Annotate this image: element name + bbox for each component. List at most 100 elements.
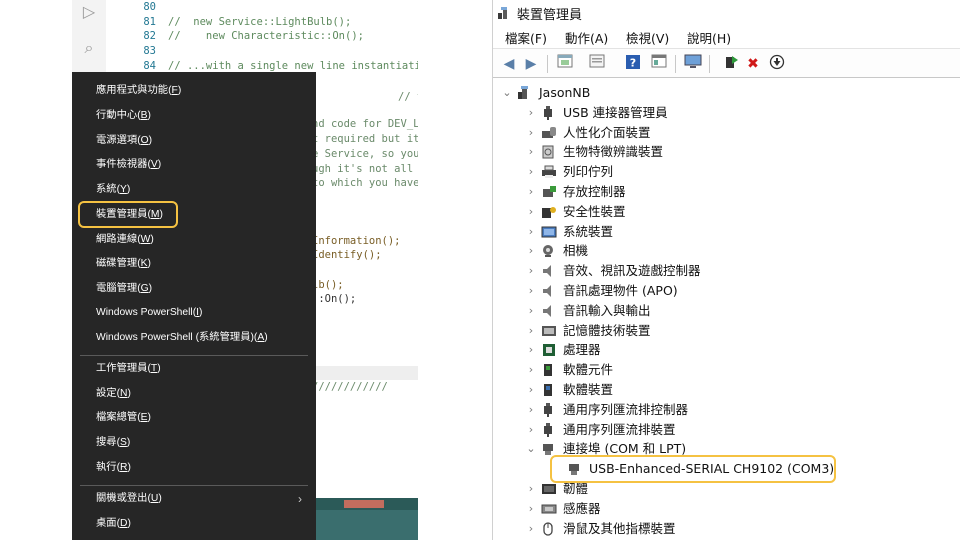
tree-category-label: 通用序列匯流排裝置 — [563, 421, 676, 437]
winx-context-menu: 應用程式與功能(F) 行動中心(B) 電源選項(O) 事件檢視器(V) 系統(Y… — [72, 72, 316, 540]
chevron-down-icon[interactable]: ⌄ — [525, 439, 537, 459]
tree-category-label: 通用序列匯流排控制器 — [563, 401, 689, 417]
menu-item-label: 檔案總管 — [96, 412, 138, 423]
chevron-right-icon[interactable]: › — [525, 202, 537, 222]
menu-item-accel: A — [257, 332, 265, 343]
chevron-down-icon[interactable]: ⌄ — [501, 83, 513, 103]
menu-item-run[interactable]: 執行(R) — [76, 457, 312, 479]
show-hidden-icon[interactable] — [587, 54, 607, 74]
update-driver-icon[interactable] — [721, 54, 741, 74]
chevron-right-icon[interactable]: › — [525, 479, 537, 499]
toolbar-separator — [547, 55, 548, 73]
menu-item-computer-management[interactable]: 電腦管理(G) — [76, 278, 312, 300]
toolbar-separator — [675, 55, 676, 73]
chevron-right-icon[interactable]: › — [525, 301, 537, 321]
menu-item-search[interactable]: 搜尋(S) — [76, 432, 312, 454]
activity-bar: ▷ ⌕ — [72, 0, 106, 72]
chevron-right-icon[interactable]: › — [525, 340, 537, 360]
forward-arrow-icon[interactable]: ▶ — [521, 54, 541, 74]
chevron-right-icon[interactable]: › — [525, 182, 537, 202]
run-debug-icon[interactable]: ▷ — [79, 2, 99, 22]
code-area[interactable]: // new Service::LightBulb(); // new Char… — [168, 0, 418, 73]
chevron-right-icon[interactable]: › — [525, 499, 537, 519]
chevron-right-icon[interactable]: › — [525, 281, 537, 301]
menu-item-powershell-admin[interactable]: Windows PowerShell (系統管理員)(A) — [76, 327, 312, 349]
menu-item-file-explorer[interactable]: 檔案總管(E) — [76, 407, 312, 429]
search-icon[interactable]: ⌕ — [79, 38, 99, 58]
svg-text:?: ? — [630, 57, 636, 70]
menu-file[interactable]: 檔案(F) — [505, 28, 547, 47]
code-fragment: to which you have — [312, 177, 418, 189]
menu-item-network-connections[interactable]: 網路連線(W) — [76, 229, 312, 251]
tree-category-label: 人性化介面裝置 — [563, 124, 651, 140]
menu-separator — [80, 485, 308, 486]
menu-item-apps-features[interactable]: 應用程式與功能(F) — [76, 80, 312, 102]
chevron-right-icon[interactable]: › — [525, 162, 537, 182]
scan-hardware-icon[interactable] — [767, 54, 787, 74]
menu-item-label: 桌面 — [96, 518, 117, 529]
menu-item-system[interactable]: 系統(Y) — [76, 179, 312, 201]
menu-view[interactable]: 檢視(V) — [626, 28, 669, 47]
help-icon[interactable]: ? — [623, 54, 643, 74]
line-number: 82 — [143, 30, 156, 43]
code-line: // new Service::LightBulb(); — [168, 15, 352, 28]
device-category-icon — [541, 482, 557, 496]
device-category-icon — [541, 105, 557, 120]
tree-category-label: 系統裝置 — [563, 223, 614, 239]
tree-category-label: USB 連接器管理員 — [563, 104, 668, 120]
chevron-right-icon[interactable]: › — [525, 123, 537, 143]
menu-item-label: 電腦管理 — [96, 283, 138, 294]
menu-item-desktop[interactable]: 桌面(D) — [76, 513, 312, 535]
menu-item-power-options[interactable]: 電源選項(O) — [76, 130, 312, 152]
menu-item-accel: S — [120, 437, 127, 448]
tree-category-label: 存放控制器 — [563, 184, 626, 199]
view-icon[interactable] — [649, 54, 669, 74]
properties-icon[interactable] — [555, 54, 575, 74]
monitor-icon[interactable] — [683, 54, 703, 74]
menu-item-accel: E — [140, 412, 148, 423]
menu-item-accel: V — [150, 159, 158, 170]
tree-category-label: 列印佇列 — [563, 164, 614, 180]
uninstall-icon[interactable]: ✖ — [743, 54, 763, 74]
menu-item-disk-management[interactable]: 磁碟管理(K) — [76, 253, 312, 275]
menu-item-event-viewer[interactable]: 事件檢視器(V) — [76, 154, 312, 176]
chevron-right-icon[interactable]: › — [525, 103, 537, 123]
menu-item-action-center[interactable]: 行動中心(B) — [76, 105, 312, 127]
menu-item-accel: B — [140, 110, 148, 121]
tree-category-label: 滑鼠及其他指標裝置 — [563, 520, 676, 536]
menu-item-shutdown-signout[interactable]: 關機或登出(U) › — [76, 488, 312, 510]
chevron-right-icon[interactable]: › — [525, 420, 537, 440]
back-arrow-icon[interactable]: ◀ — [499, 54, 519, 74]
line-number-gutter: 80 81 82 83 84 — [106, 0, 156, 73]
code-fragment: e Service, so you — [312, 148, 418, 160]
code-fragment: //////////// — [312, 381, 388, 393]
menu-item-settings[interactable]: 設定(N) — [76, 383, 312, 405]
chevron-right-icon[interactable]: › — [525, 380, 537, 400]
tree-category-label: 生物特徵辨識裝置 — [563, 144, 664, 160]
title-bar: 裝置管理員 — [493, 0, 960, 26]
chevron-right-icon[interactable]: › — [525, 519, 537, 539]
device-category-icon — [541, 502, 557, 516]
chevron-right-icon[interactable]: › — [525, 400, 537, 420]
menu-item-label: 網路連線 — [96, 234, 138, 245]
chevron-right-icon[interactable]: › — [525, 142, 537, 162]
tree-category-label: 音效、視訊及遊戲控制器 — [563, 263, 701, 279]
chevron-right-icon[interactable]: › — [525, 360, 537, 380]
menu-item-accel: F — [171, 85, 178, 96]
window-title: 裝置管理員 — [517, 8, 583, 23]
chevron-right-icon[interactable]: › — [525, 261, 537, 281]
menu-item-powershell[interactable]: Windows PowerShell(I) — [76, 302, 312, 324]
menu-item-label: Windows PowerShell — [96, 307, 193, 318]
menu-item-accel: I — [196, 307, 200, 318]
menu-action[interactable]: 動作(A) — [565, 28, 608, 47]
chevron-right-icon[interactable]: › — [525, 241, 537, 261]
toolbar: ◀ ▶ ? ✖ — [493, 48, 960, 78]
chevron-right-icon[interactable]: › — [525, 321, 537, 341]
menu-item-task-manager[interactable]: 工作管理員(T) — [76, 358, 312, 380]
chevron-right-icon[interactable]: › — [525, 222, 537, 242]
menu-help[interactable]: 說明(H) — [687, 28, 731, 47]
tree-category-label: 音訊處理物件 (APO) — [563, 283, 678, 298]
tree-category-label: 安全性裝置 — [563, 203, 626, 219]
device-category-icon — [541, 324, 557, 338]
device-category-icon — [541, 304, 557, 318]
